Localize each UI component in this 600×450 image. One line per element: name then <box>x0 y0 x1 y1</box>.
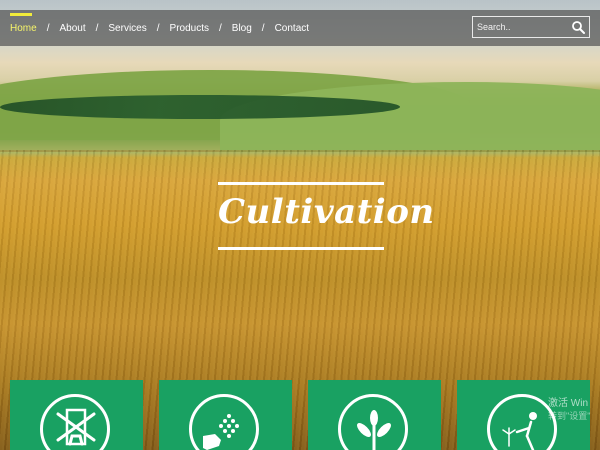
nav-item-services[interactable]: Services <box>108 23 146 34</box>
feature-cards <box>10 380 600 450</box>
nav-item-contact[interactable]: Contact <box>275 23 309 34</box>
nav-separator: / <box>261 22 265 34</box>
harvest-icon <box>502 412 537 450</box>
title-rule-top <box>218 182 384 185</box>
nav-separator: / <box>219 22 222 34</box>
title-rule-bottom <box>218 247 384 250</box>
seed-sowing-icon <box>203 414 239 450</box>
icon-circle <box>487 394 557 450</box>
feature-card-sowing[interactable] <box>159 380 292 450</box>
nav-separator: / <box>46 22 50 34</box>
hero-title-block: Cultivation <box>218 182 435 250</box>
feature-card-windmill[interactable] <box>10 380 143 450</box>
windmill-icon <box>56 408 96 446</box>
nav-item-home[interactable]: Home <box>10 12 37 34</box>
nav-item-blog[interactable]: Blog <box>232 23 252 34</box>
nav-separator: / <box>156 22 160 34</box>
hero-title: Cultivation <box>218 192 435 232</box>
nav-separator: / <box>95 22 99 34</box>
icon-circle <box>40 394 110 450</box>
activation-watermark-sub: 转到"设置" <box>548 411 591 421</box>
nav-menu: Home / About / Services / Products / Blo… <box>10 10 309 46</box>
sprout-icon <box>357 410 391 450</box>
icon-circle <box>338 394 408 450</box>
search-box <box>472 16 590 38</box>
activation-watermark: 激活 Win <box>548 398 588 409</box>
search-input[interactable] <box>473 17 573 37</box>
nav-item-products[interactable]: Products <box>170 23 209 34</box>
icon-circle <box>189 394 259 450</box>
search-icon[interactable] <box>571 20 585 34</box>
feature-card-sprout[interactable] <box>308 380 441 450</box>
nav-item-about[interactable]: About <box>59 23 85 34</box>
